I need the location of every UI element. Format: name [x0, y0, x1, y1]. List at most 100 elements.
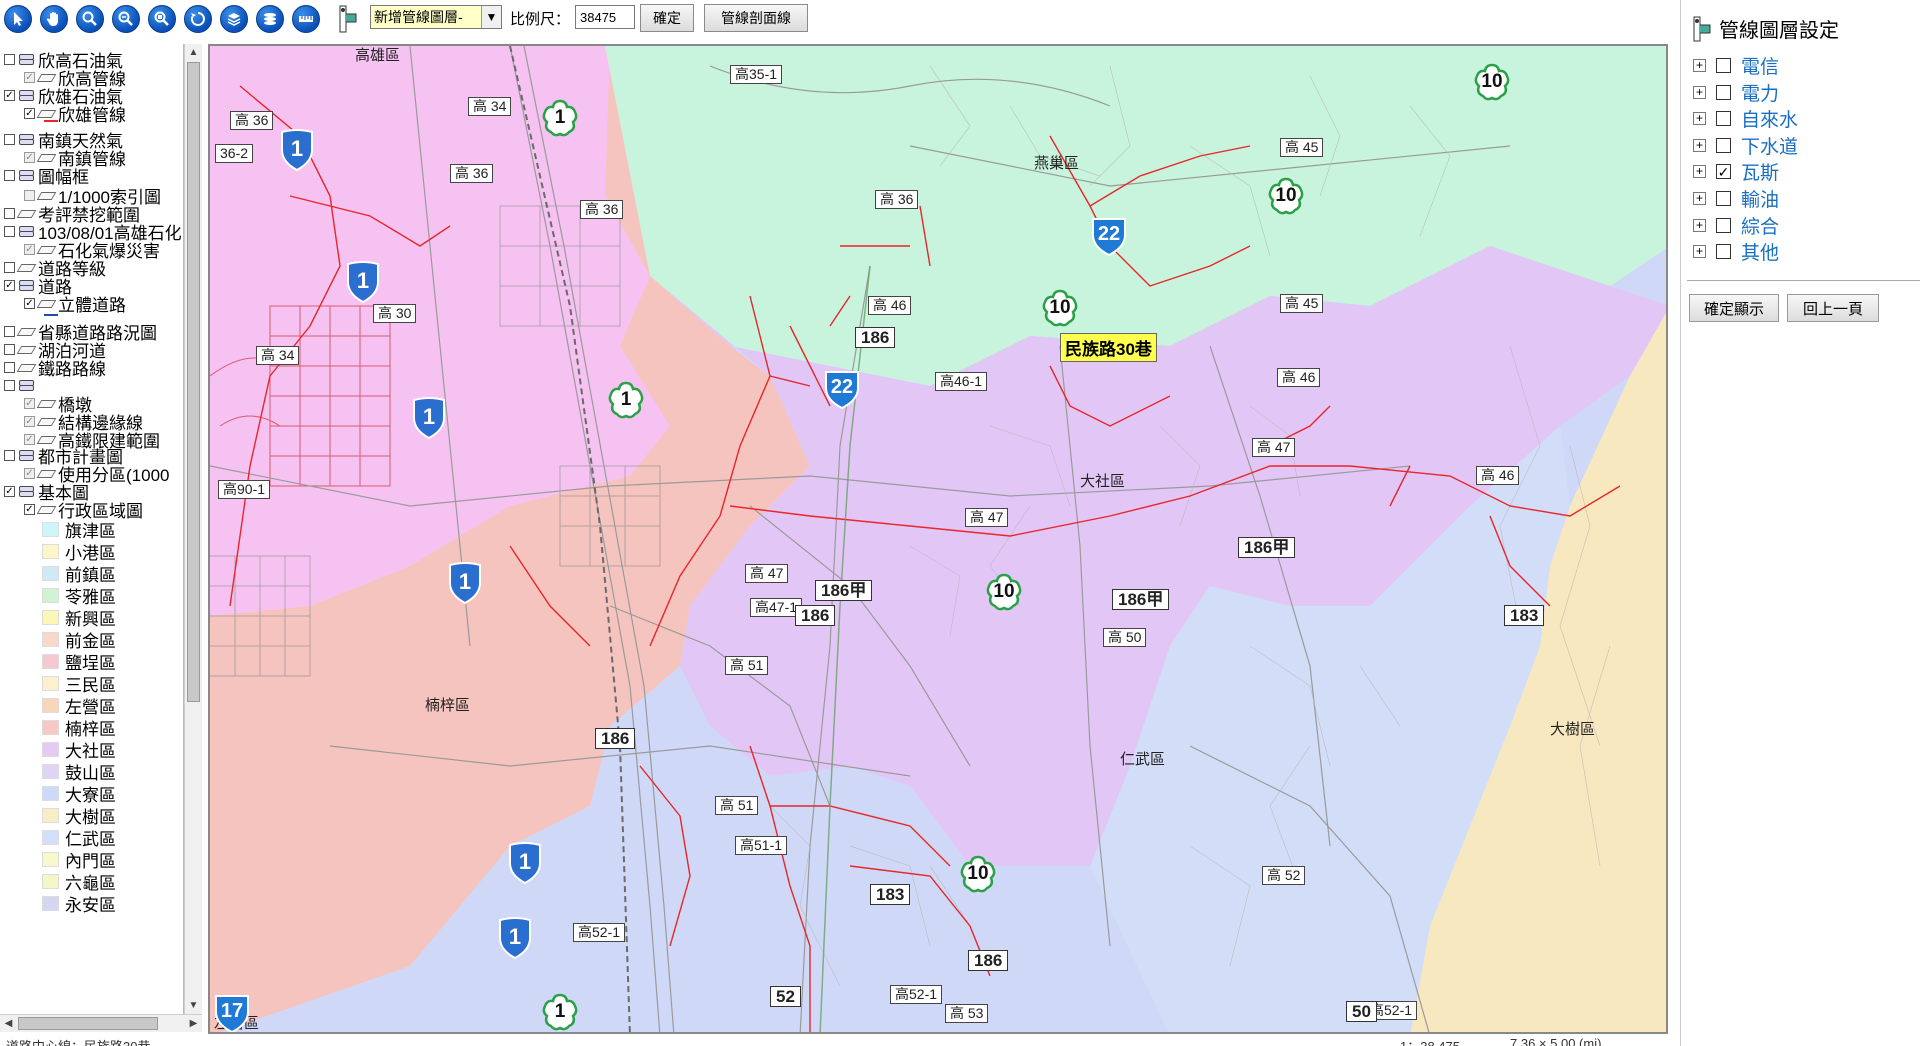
tree-checkbox[interactable]: [4, 207, 15, 219]
legend-swatch: [42, 697, 59, 713]
back-button[interactable]: 回上一頁: [1787, 294, 1879, 322]
tree-row[interactable]: ✓ 立體道路: [24, 292, 126, 315]
pipeline-layer-label[interactable]: 下水道: [1741, 132, 1798, 159]
layers-icon[interactable]: [220, 5, 248, 33]
route-number-label: 183: [1504, 605, 1545, 626]
road-number-label: 高 51: [725, 656, 769, 675]
pipeline-layer-item[interactable]: + 其他: [1693, 238, 1779, 265]
expand-plus-icon[interactable]: +: [1693, 59, 1706, 72]
tree-vertical-scrollbar[interactable]: ▲ ▼: [184, 44, 202, 1014]
tree-horizontal-scrollbar[interactable]: ◀ ▶: [0, 1014, 202, 1032]
tree-checkbox[interactable]: ✓: [4, 279, 15, 291]
expand-plus-icon[interactable]: +: [1693, 218, 1706, 232]
tree-checkbox[interactable]: ✓: [24, 503, 35, 515]
layer-group-icon: [18, 279, 34, 291]
tree-checkbox[interactable]: ✓: [4, 485, 15, 497]
pipeline-layer-label[interactable]: 電力: [1741, 79, 1779, 106]
tree-checkbox[interactable]: ✓: [24, 243, 35, 255]
tree-checkbox[interactable]: [4, 343, 15, 355]
expand-plus-icon[interactable]: +: [1693, 85, 1706, 99]
pipeline-layer-label[interactable]: 瓦斯: [1741, 158, 1779, 185]
pipeline-layer-checkbox[interactable]: ✓: [1716, 164, 1731, 180]
tree-checkbox[interactable]: [4, 361, 15, 373]
panel-divider: [1687, 280, 1920, 281]
tree-checkbox[interactable]: ✓: [24, 151, 35, 163]
pipeline-layer-label[interactable]: 自來水: [1741, 105, 1798, 132]
route-number-label: 186: [968, 950, 1009, 971]
tree-checkbox[interactable]: [4, 53, 15, 65]
pipeline-layer-label[interactable]: 電信: [1741, 52, 1779, 79]
map-canvas[interactable]: 燕巢區大社區楠梓區仁武區大樹區左營區高雄區 高 36高 34高35-1高 36高…: [208, 44, 1668, 1034]
tree-checkbox[interactable]: [4, 379, 15, 391]
pipeline-layer-label[interactable]: 輸油: [1741, 185, 1779, 212]
city-marker-number: 10: [993, 581, 1015, 602]
layer-select[interactable]: 新增管線圖層- ▼: [370, 5, 502, 29]
scroll-thumb-h[interactable]: [18, 1017, 158, 1030]
tree-checkbox[interactable]: [24, 189, 35, 201]
tree-checkbox[interactable]: ✓: [24, 297, 35, 309]
pipeline-layer-checkbox[interactable]: [1716, 111, 1731, 127]
pipeline-layer-item[interactable]: + 電力: [1693, 79, 1779, 106]
tree-checkbox[interactable]: [4, 169, 15, 181]
select-arrow-icon[interactable]: [4, 5, 32, 33]
zoom-out-icon[interactable]: [112, 5, 140, 33]
pipeline-layer-checkbox[interactable]: [1716, 244, 1731, 260]
layer-list-icon[interactable]: [256, 5, 284, 33]
measure-icon[interactable]: [292, 5, 320, 33]
tree-checkbox[interactable]: ✓: [4, 89, 15, 101]
pipeline-layer-checkbox[interactable]: [1716, 137, 1731, 153]
pipeline-layer-item[interactable]: + 下水道: [1693, 132, 1798, 159]
pipeline-layer-checkbox[interactable]: [1716, 217, 1731, 233]
pipeline-layer-checkbox[interactable]: [1716, 84, 1731, 100]
road-number-label: 36-2: [215, 144, 254, 163]
refresh-icon[interactable]: [184, 5, 212, 33]
layer-group-icon: [18, 53, 34, 65]
scroll-thumb[interactable]: [187, 62, 200, 702]
scroll-down-icon[interactable]: ▼: [185, 997, 202, 1014]
road-number-label: 高 51: [715, 796, 759, 815]
pipeline-layer-label[interactable]: 綜合: [1741, 212, 1779, 239]
pipeline-layer-checkbox[interactable]: [1716, 191, 1731, 206]
zoom-box-icon[interactable]: [148, 5, 176, 33]
expand-plus-icon[interactable]: +: [1693, 245, 1706, 259]
scale-input[interactable]: [575, 5, 635, 29]
tree-checkbox[interactable]: [4, 449, 15, 461]
expand-plus-icon[interactable]: +: [1693, 112, 1706, 126]
tree-checkbox[interactable]: ✓: [24, 397, 35, 409]
scroll-right-icon[interactable]: ▶: [185, 1015, 202, 1032]
zoom-in-icon[interactable]: [76, 5, 104, 33]
tree-checkbox[interactable]: ✓: [24, 71, 35, 83]
pipeline-layer-label[interactable]: 其他: [1741, 238, 1779, 265]
expand-plus-icon[interactable]: +: [1693, 165, 1706, 179]
confirm-display-button[interactable]: 確定顯示: [1689, 294, 1779, 322]
layer-line-icon: [18, 325, 34, 337]
expand-plus-icon[interactable]: +: [1693, 138, 1706, 152]
pan-hand-icon[interactable]: [40, 5, 68, 33]
tree-checkbox[interactable]: [4, 261, 15, 273]
scroll-left-icon[interactable]: ◀: [0, 1015, 17, 1032]
legend-item: 內門區: [42, 848, 116, 871]
pipeline-layer-item[interactable]: + 綜合: [1693, 212, 1779, 239]
tree-checkbox[interactable]: ✓: [24, 433, 35, 445]
highlighted-street-label[interactable]: 民族路30巷: [1060, 333, 1157, 362]
confirm-scale-button[interactable]: 確定: [640, 4, 694, 32]
chevron-down-icon[interactable]: ▼: [481, 6, 501, 28]
pipeline-layer-checkbox[interactable]: [1716, 58, 1731, 73]
scroll-up-icon[interactable]: ▲: [185, 44, 202, 61]
tree-checkbox[interactable]: [4, 325, 15, 337]
tree-row[interactable]: ✓ 欣雄管線: [24, 102, 126, 125]
pipeline-tool-icon[interactable]: [334, 4, 362, 34]
tree-checkbox[interactable]: [4, 133, 15, 145]
tree-checkbox[interactable]: ✓: [24, 107, 35, 119]
pipeline-layer-item[interactable]: + 輸油: [1693, 185, 1779, 212]
pipeline-layer-item[interactable]: + 自來水: [1693, 105, 1798, 132]
pipeline-profile-button[interactable]: 管線剖面線: [704, 4, 808, 32]
pipeline-layer-item[interactable]: + 電信: [1693, 52, 1779, 79]
legend-item: 大社區: [42, 738, 116, 761]
national-shield-number: 1: [356, 268, 370, 293]
expand-plus-icon[interactable]: +: [1693, 192, 1706, 205]
tree-checkbox[interactable]: ✓: [24, 467, 35, 479]
tree-checkbox[interactable]: ✓: [24, 415, 35, 427]
tree-checkbox[interactable]: [4, 225, 15, 237]
pipeline-layer-item[interactable]: + ✓ 瓦斯: [1693, 158, 1779, 185]
